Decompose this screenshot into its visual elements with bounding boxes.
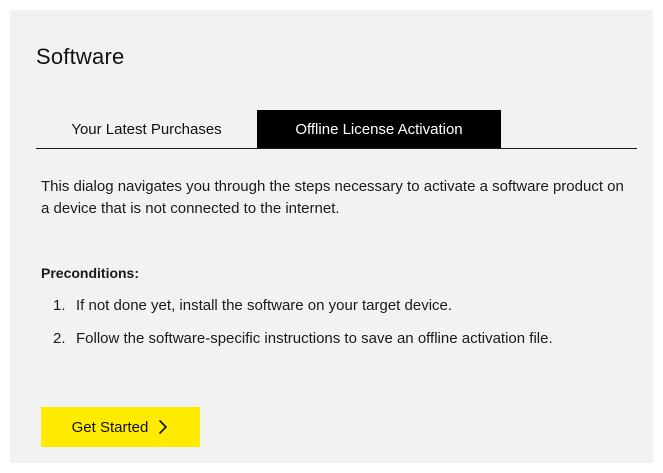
- step-text: Follow the software-specific instruction…: [76, 330, 553, 347]
- dialog-title: Software: [36, 44, 125, 69]
- get-started-label: Get Started: [71, 418, 149, 436]
- list-item: 2. Follow the software-specific instruct…: [48, 328, 608, 350]
- get-started-button[interactable]: Get Started: [41, 407, 200, 447]
- intro-text: This dialog navigates you through the st…: [41, 178, 624, 217]
- preconditions-heading: Preconditions:: [41, 265, 140, 281]
- software-dialog: Software Your Latest Purchases Offline L…: [10, 10, 653, 463]
- list-item: 1. If not done yet, install the software…: [48, 295, 608, 317]
- tab-latest-purchases[interactable]: Your Latest Purchases: [36, 110, 257, 148]
- step-number: 2.: [53, 330, 66, 347]
- tab-content: This dialog navigates you through the st…: [41, 176, 631, 220]
- preconditions-list: 1. If not done yet, install the software…: [48, 295, 608, 361]
- tab-offline-license-activation[interactable]: Offline License Activation: [257, 110, 501, 148]
- tab-bar: Your Latest Purchases Offline License Ac…: [36, 109, 637, 149]
- step-number: 1.: [53, 297, 66, 314]
- chevron-right-icon: [159, 420, 168, 434]
- step-text: If not done yet, install the software on…: [76, 297, 453, 314]
